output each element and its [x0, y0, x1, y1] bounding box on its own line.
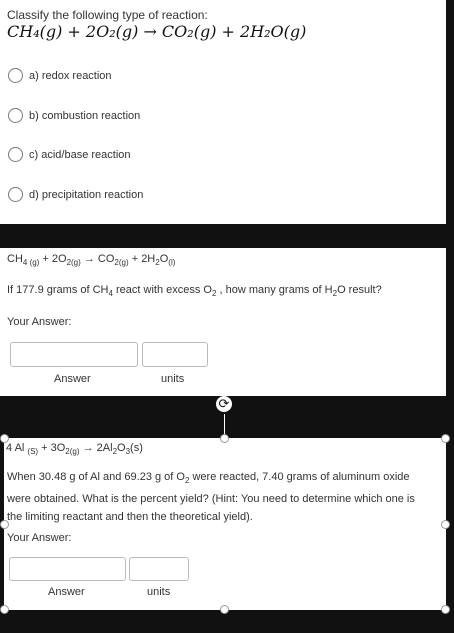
resize-handle-top-right[interactable]: [441, 434, 450, 443]
option-c-label: c) acid/base reaction: [29, 148, 131, 161]
resize-handle-middle-left[interactable]: [0, 520, 9, 529]
answer-input[interactable]: [10, 342, 138, 367]
your-answer-label: Your Answer:: [7, 316, 72, 328]
answer-input[interactable]: [9, 557, 126, 581]
units-input[interactable]: [142, 342, 208, 367]
reaction-equation: CH4 (g) + 2O2(g) → CO2(g) + 2H2O(l): [7, 253, 176, 268]
option-a-label: a) redox reaction: [29, 69, 112, 82]
radio-button-a[interactable]: [8, 68, 23, 83]
reaction-equation: CH₄(g) + 2O₂(g) → CO₂(g) + 2H₂O(g): [7, 22, 307, 41]
units-label: units: [161, 373, 185, 385]
resize-handle-bottom-center[interactable]: [220, 605, 229, 614]
option-b-label: b) combustion reaction: [29, 109, 141, 122]
resize-handle-top-left[interactable]: [0, 434, 9, 443]
radio-button-c[interactable]: [8, 147, 23, 162]
option-d[interactable]: d) precipitation reaction: [8, 187, 143, 202]
question-prompt: Classify the following type of reaction:: [7, 8, 208, 22]
units-label: units: [147, 586, 171, 598]
resize-handle-bottom-right[interactable]: [441, 605, 450, 614]
option-a[interactable]: a) redox reaction: [8, 68, 112, 83]
option-b[interactable]: b) combustion reaction: [8, 108, 140, 123]
resize-handle-bottom-left[interactable]: [0, 605, 9, 614]
option-d-label: d) precipitation reaction: [29, 188, 144, 201]
radio-button-d[interactable]: [8, 187, 23, 202]
question-card-3: 4 Al (S) + 3O2(g) → 2Al2O3(s) When 30.48…: [4, 438, 446, 610]
question-text: When 30.48 g of Al and 69.23 g of O2 wer…: [7, 471, 415, 524]
rotate-icon[interactable]: ⟳: [216, 396, 232, 412]
units-input[interactable]: [129, 557, 189, 581]
resize-handle-top-center[interactable]: [220, 434, 229, 443]
resize-handle-middle-right[interactable]: [441, 520, 450, 529]
answer-label: Answer: [48, 586, 85, 598]
your-answer-label: Your Answer:: [7, 532, 72, 544]
radio-button-b[interactable]: [8, 108, 23, 123]
question-text: If 177.9 grams of CH4 react with excess …: [7, 284, 382, 299]
answer-label: Answer: [54, 373, 91, 385]
question-card-1: Classify the following type of reaction:…: [0, 0, 446, 224]
question-card-2: CH4 (g) + 2O2(g) → CO2(g) + 2H2O(l) If 1…: [0, 248, 446, 396]
option-c[interactable]: c) acid/base reaction: [8, 147, 131, 162]
reaction-equation: 4 Al (S) + 3O2(g) → 2Al2O3(s): [6, 442, 143, 457]
